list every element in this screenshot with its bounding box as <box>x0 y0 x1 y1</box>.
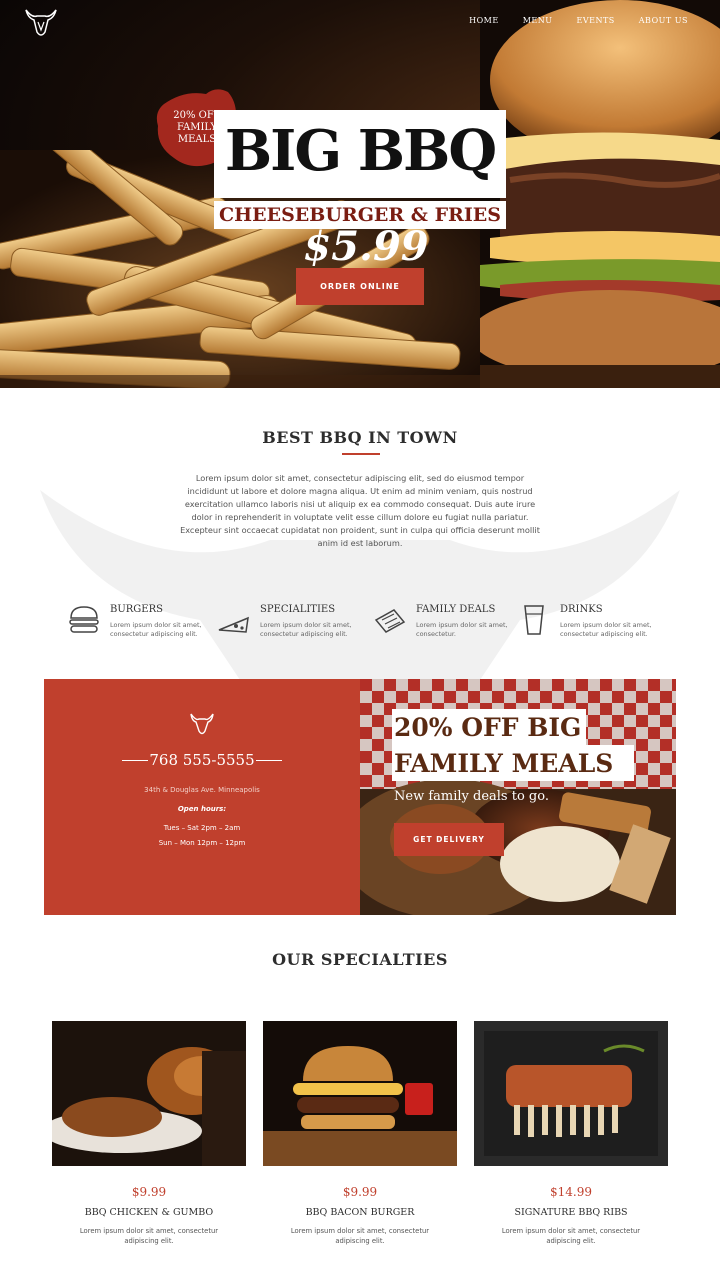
feature-list: BURGERS Lorem ipsum dolor sit amet, cons… <box>60 600 660 648</box>
best-bbq-title: BEST BBQ IN TOWN <box>262 428 458 447</box>
order-online-button[interactable]: ORDER ONLINE <box>296 268 424 305</box>
burger-image <box>480 0 720 388</box>
feature-family-deals: FAMILY DEALS Lorem ipsum dolor sit amet,… <box>366 600 516 648</box>
hero-banner: HOME MENU EVENTS ABOUT US 20% OFF FAMILY… <box>0 0 720 388</box>
specialty-card[interactable]: $9.99 BBQ BACON BURGER Lorem ipsum dolor… <box>263 1021 457 1251</box>
food-tray-icon <box>374 609 406 633</box>
feature-drinks: DRINKS Lorem ipsum dolor sit amet, conse… <box>510 600 660 648</box>
get-delivery-button[interactable]: GET DELIVERY <box>394 823 504 856</box>
nav-menu[interactable]: MENU <box>523 16 553 25</box>
specialty-card[interactable]: $14.99 SIGNATURE BBQ RIBS Lorem ipsum do… <box>474 1021 668 1251</box>
specialty-price: $9.99 <box>342 1185 378 1199</box>
feature-desc: Lorem ipsum dolor sit amet, consectetur … <box>260 621 352 638</box>
specialty-name: BBQ BACON BURGER <box>305 1207 415 1218</box>
feature-burgers: BURGERS Lorem ipsum dolor sit amet, cons… <box>60 600 210 648</box>
feature-title: FAMILY DEALS <box>416 604 496 615</box>
specialty-desc: Lorem ipsum dolor sit amet, consectetur … <box>501 1227 641 1245</box>
specialty-card[interactable]: $9.99 BBQ CHICKEN & GUMBO Lorem ipsum do… <box>52 1021 246 1251</box>
phone-number[interactable]: 768 555-5555 <box>44 751 360 769</box>
specialty-price: $14.99 <box>550 1185 592 1199</box>
feature-desc: Lorem ipsum dolor sit amet, consectetur. <box>416 621 508 638</box>
address: 34th & Douglas Ave. Minneapolis <box>144 786 260 794</box>
contact-panel: 768 555-5555 34th & Douglas Ave. Minneap… <box>44 679 360 915</box>
hours-line-1: Tues – Sat 2pm – 2am <box>163 824 241 832</box>
nav-about-us[interactable]: ABOUT US <box>639 16 688 25</box>
divider-right <box>256 760 282 761</box>
pizza-slice-icon <box>218 616 249 633</box>
hours-line-2: Sun – Mon 12pm – 12pm <box>158 839 246 847</box>
family-meals-promo: 20% OFF BIG FAMILY MEALS New family deal… <box>360 679 676 915</box>
open-hours-label: Open hours: <box>177 805 227 813</box>
feature-desc: Lorem ipsum dolor sit amet, consectetur … <box>110 621 202 638</box>
promo-title-line-2: FAMILY MEALS <box>394 749 614 778</box>
promo-title-line-1: 20% OFF BIG <box>394 713 582 742</box>
burger-icon <box>69 606 99 633</box>
hero-price: $5.99 <box>303 223 429 270</box>
chicken-gumbo-image <box>52 1021 246 1166</box>
nav-home[interactable]: HOME <box>469 16 499 25</box>
specialty-name: SIGNATURE BBQ RIBS <box>514 1207 628 1218</box>
bull-skull-icon <box>190 713 214 735</box>
nav-events[interactable]: EVENTS <box>577 16 615 25</box>
feature-title: DRINKS <box>560 604 603 615</box>
title-underline <box>342 453 380 455</box>
bbq-ribs-image <box>474 1021 668 1166</box>
specialty-desc: Lorem ipsum dolor sit amet, consectetur … <box>79 1227 219 1245</box>
intro-paragraph: Lorem ipsum dolor sit amet, consectetur … <box>180 473 540 548</box>
main-nav: HOME MENU EVENTS ABOUT US <box>469 16 688 25</box>
promo-subtitle: New family deals to go. <box>394 789 549 804</box>
specialty-desc: Lorem ipsum dolor sit amet, consectetur … <box>290 1227 430 1245</box>
feature-title: SPECIALITIES <box>260 604 336 615</box>
specialty-price: $9.99 <box>131 1185 167 1199</box>
bacon-burger-image <box>263 1021 457 1166</box>
hero-title: BIG BBQ <box>224 118 497 184</box>
specialty-name: BBQ CHICKEN & GUMBO <box>84 1207 214 1218</box>
feature-title: BURGERS <box>110 604 163 615</box>
drink-cup-icon <box>524 605 544 635</box>
bull-skull-logo-icon[interactable] <box>24 6 58 40</box>
feature-specialities: SPECIALITIES Lorem ipsum dolor sit amet,… <box>210 600 360 648</box>
specialties-title: OUR SPECIALTIES <box>272 950 448 969</box>
feature-desc: Lorem ipsum dolor sit amet, consectetur … <box>560 621 652 638</box>
